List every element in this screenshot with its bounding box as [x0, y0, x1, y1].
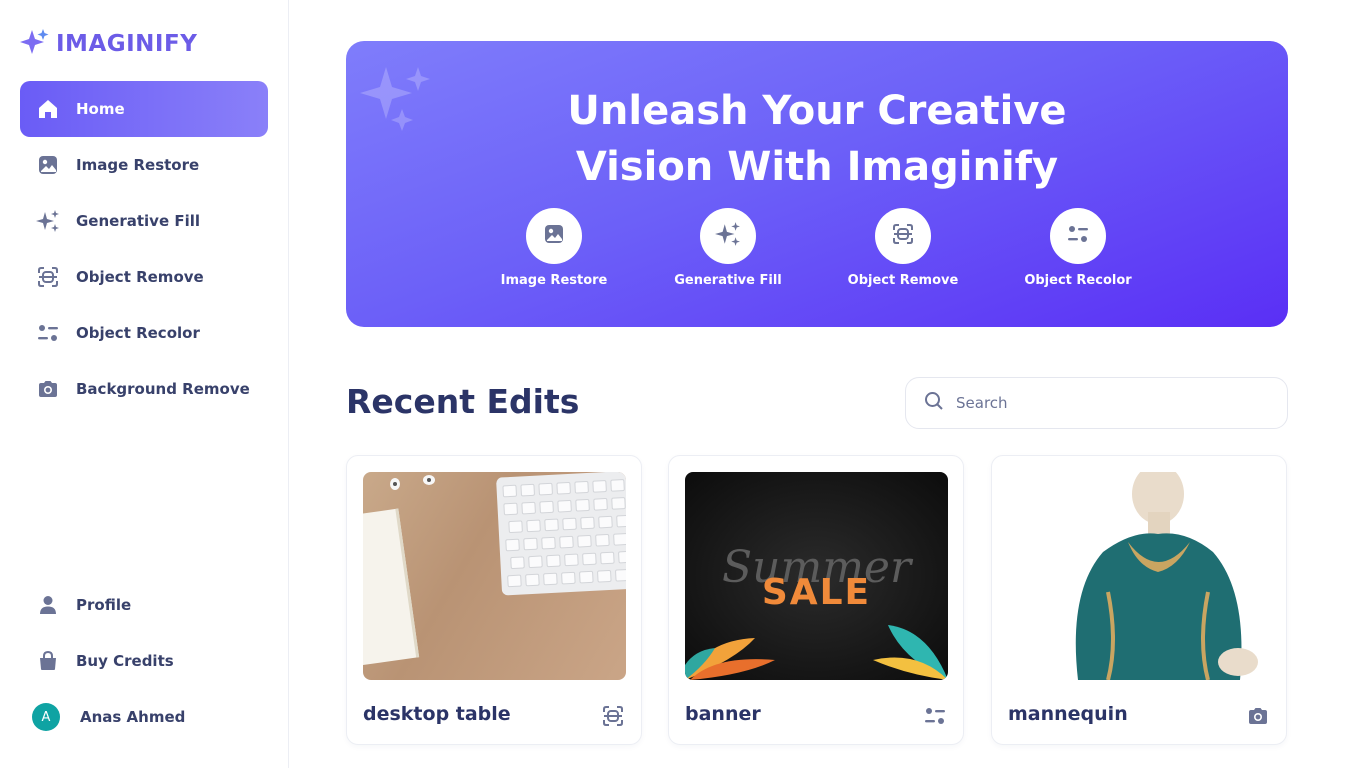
- hero-action-label: Object Recolor: [1024, 273, 1132, 288]
- hero-title: Unleash Your Creative Vision With Imagin…: [346, 83, 1288, 195]
- sidebar-nav: Home Image Restore Generative Fill Objec…: [20, 81, 268, 417]
- logo-sparkle-icon: [20, 28, 50, 60]
- edit-card-mannequin[interactable]: mannequin: [991, 455, 1287, 745]
- sidebar-item-label: Image Restore: [76, 156, 200, 174]
- camera-icon: [1246, 704, 1270, 728]
- home-icon: [36, 97, 60, 121]
- hero-action-generative-fill[interactable]: Generative Fill: [653, 208, 803, 288]
- sparkles-icon: [715, 221, 741, 251]
- hero-title-line-1: Unleash Your Creative: [567, 88, 1067, 134]
- edit-card-thumbnail[interactable]: Summer SALE: [685, 472, 948, 680]
- filter-icon: [1067, 223, 1089, 249]
- avatar[interactable]: A: [32, 703, 60, 731]
- bag-icon: [36, 649, 60, 673]
- sidebar-item-object-recolor[interactable]: Object Recolor: [20, 305, 268, 361]
- logo[interactable]: IMAGINIFY: [20, 28, 197, 60]
- hero-action-image-restore[interactable]: Image Restore: [479, 208, 629, 288]
- user-profile-row[interactable]: A Anas Ahmed: [20, 689, 268, 745]
- hero-action-object-recolor[interactable]: Object Recolor: [1003, 208, 1153, 288]
- search-input[interactable]: [956, 394, 1256, 412]
- sidebar-item-label: Generative Fill: [76, 212, 201, 230]
- edit-card-title: mannequin: [1008, 703, 1128, 725]
- image-icon: [36, 153, 60, 177]
- sidebar-item-home[interactable]: Home: [20, 81, 268, 137]
- hero-action-circle[interactable]: [700, 208, 756, 264]
- sidebar-item-label: Object Remove: [76, 268, 204, 286]
- sidebar-item-label: Profile: [76, 596, 132, 614]
- search-icon: [924, 391, 944, 415]
- mannequin-image: [1075, 472, 1258, 680]
- keyboard-shape: [496, 472, 626, 596]
- user-name: Anas Ahmed: [80, 708, 186, 726]
- scan-icon: [36, 265, 60, 289]
- hero-action-label: Object Remove: [847, 273, 959, 288]
- app-root: IMAGINIFY Home Image Restore Generative …: [0, 0, 1360, 768]
- notebook-shape: [363, 508, 420, 666]
- sidebar-item-background-remove[interactable]: Background Remove: [20, 361, 268, 417]
- hero-banner: Unleash Your Creative Vision With Imagin…: [346, 41, 1288, 327]
- edit-card-thumbnail[interactable]: [363, 472, 626, 680]
- recent-edits-title: Recent Edits: [346, 382, 580, 421]
- hero-action-label: Generative Fill: [674, 273, 782, 288]
- user-icon: [36, 593, 60, 617]
- filter-icon: [36, 321, 60, 345]
- sidebar-item-label: Object Recolor: [76, 324, 200, 342]
- edit-card-thumbnail[interactable]: [1008, 472, 1271, 680]
- banner-sale-text: SALE: [761, 572, 872, 613]
- edit-card-title: desktop table: [363, 703, 511, 725]
- sidebar-item-image-restore[interactable]: Image Restore: [20, 137, 268, 193]
- sidebar-item-generative-fill[interactable]: Generative Fill: [20, 193, 268, 249]
- hero-action-object-remove[interactable]: Object Remove: [828, 208, 978, 288]
- image-icon: [543, 223, 565, 249]
- sidebar-item-profile[interactable]: Profile: [20, 577, 268, 633]
- hero-action-label: Image Restore: [500, 273, 608, 288]
- hero-title-line-2: Vision With Imaginify: [575, 144, 1059, 190]
- edit-card-desktop-table[interactable]: desktop table: [346, 455, 642, 745]
- earbuds-icon: [390, 475, 435, 490]
- sidebar-bottom: Profile Buy Credits A Anas Ahmed: [20, 577, 268, 745]
- scan-icon: [892, 223, 914, 249]
- camera-icon: [36, 377, 60, 401]
- sidebar-item-label: Buy Credits: [76, 652, 174, 670]
- sidebar-item-buy-credits[interactable]: Buy Credits: [20, 633, 268, 689]
- hero-action-circle[interactable]: [875, 208, 931, 264]
- scan-icon: [601, 704, 625, 728]
- logo-text: IMAGINIFY: [56, 31, 198, 57]
- edit-card-banner[interactable]: Summer SALE banner: [668, 455, 964, 745]
- hero-action-circle[interactable]: [526, 208, 582, 264]
- leaf-left-decoration: [685, 638, 775, 680]
- filter-icon: [923, 704, 947, 728]
- leaf-right-decoration: [873, 625, 948, 680]
- search-box[interactable]: [905, 377, 1288, 429]
- sidebar: IMAGINIFY Home Image Restore Generative …: [0, 0, 289, 768]
- sparkles-icon: [36, 209, 60, 233]
- sidebar-item-object-remove[interactable]: Object Remove: [20, 249, 268, 305]
- hero-action-circle[interactable]: [1050, 208, 1106, 264]
- sidebar-item-label: Background Remove: [76, 380, 250, 398]
- sidebar-item-label: Home: [76, 100, 125, 118]
- edit-card-title: banner: [685, 703, 761, 725]
